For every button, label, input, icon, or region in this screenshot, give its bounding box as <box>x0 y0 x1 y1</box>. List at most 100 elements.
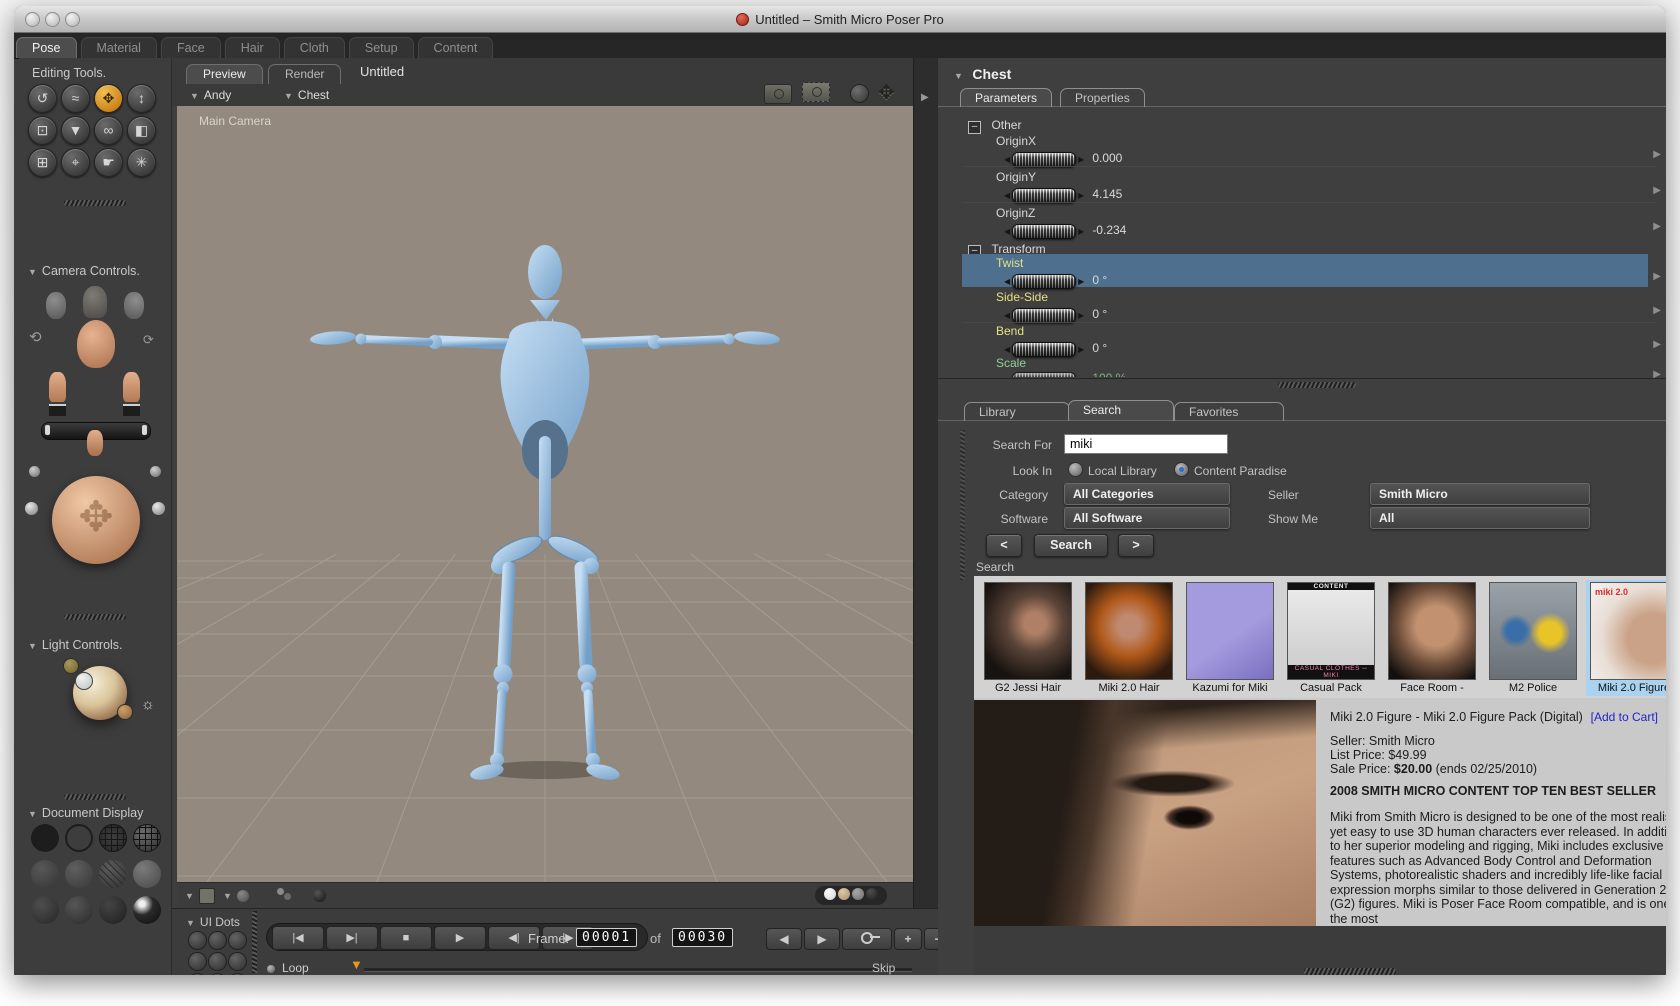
figure-selector-dropdown[interactable]: ▼ Andy <box>190 88 231 102</box>
head-camera-icon[interactable] <box>83 286 107 318</box>
param-value[interactable]: 4.145 <box>1092 187 1122 201</box>
display-silhouette-icon[interactable] <box>31 824 59 852</box>
footer-dropdown-triangle-icon[interactable]: ▼ <box>185 891 194 901</box>
camera-trackball[interactable]: ✥ <box>52 476 140 564</box>
play-button[interactable]: ▶ <box>434 926 486 950</box>
software-dropdown[interactable]: All Software <box>1064 507 1230 529</box>
camera-1-icon[interactable] <box>764 84 792 104</box>
param-twist-dial[interactable]: ◀ ▶ 0 ° <box>1004 271 1107 289</box>
camera-dot-icon[interactable] <box>25 502 38 515</box>
param-originx-dial[interactable]: ◀ ▶ 0.000 <box>1004 149 1122 167</box>
light-1-dot[interactable] <box>63 658 79 674</box>
display-lit-wireframe-icon[interactable] <box>133 824 161 852</box>
sidebar-section-grip[interactable] <box>64 794 126 800</box>
four-way-axis-icon[interactable]: ✥ <box>878 80 895 105</box>
translate-in-out-tool-icon[interactable]: ↕ <box>127 84 156 113</box>
rotate-left-camera-icon[interactable]: ⟲ <box>29 328 42 346</box>
3d-viewport[interactable]: Main Camera <box>177 106 913 882</box>
param-value[interactable]: -0.234 <box>1092 223 1126 237</box>
prev-page-button[interactable]: < <box>986 534 1022 557</box>
camera-controls-title[interactable]: ▼ Camera Controls. <box>28 262 140 280</box>
result-m2-police[interactable]: M2 Police <box>1485 580 1581 696</box>
category-dropdown[interactable]: All Categories <box>1064 483 1230 505</box>
collapse-box-icon[interactable]: – <box>968 121 981 134</box>
display-beige-dot[interactable] <box>838 888 850 900</box>
ui-dots-header[interactable]: ▼ UI Dots <box>186 913 240 931</box>
param-next-arrow-icon[interactable]: ▶ <box>1653 221 1661 232</box>
next-keyframe-button[interactable]: ▶ <box>804 928 840 950</box>
zoom-window-button[interactable] <box>65 12 80 27</box>
ui-dot[interactable] <box>188 952 207 971</box>
local-library-radio[interactable] <box>1068 462 1083 477</box>
display-smooth-lined-icon[interactable] <box>65 896 93 924</box>
twist-tool-icon[interactable]: ≈ <box>61 84 90 113</box>
morphing-tool-icon[interactable]: ✳ <box>127 148 156 177</box>
display-gray-dot[interactable] <box>852 888 864 900</box>
total-frames-field[interactable]: 00030 <box>672 928 734 947</box>
next-page-button[interactable]: > <box>1118 534 1154 557</box>
param-bend-dial[interactable]: ◀ ▶ 0 ° <box>1004 339 1107 357</box>
content-paradise-radio[interactable] <box>1174 462 1189 477</box>
actor-header[interactable]: ▼ Chest <box>954 66 1011 84</box>
param-scale-dial[interactable]: ◀▶100 % <box>1004 369 1126 377</box>
bg-color-swatch[interactable] <box>199 888 215 904</box>
ui-dot[interactable] <box>208 973 227 975</box>
seller-dropdown[interactable]: Smith Micro <box>1370 483 1590 505</box>
display-shiny-icon[interactable] <box>133 896 161 924</box>
tab-preview[interactable]: Preview <box>186 64 263 84</box>
camera-2-icon[interactable] <box>802 82 830 102</box>
right-hand-icon[interactable] <box>123 372 140 402</box>
right-hand-camera-icon[interactable] <box>124 292 144 319</box>
tab-properties[interactable]: Properties <box>1060 88 1145 107</box>
param-next-arrow-icon[interactable]: ▶ <box>1653 305 1661 316</box>
tab-search[interactable]: Search <box>1068 400 1174 421</box>
document-display-pill[interactable] <box>815 886 887 905</box>
add-keyframe-button[interactable]: + <box>894 928 922 950</box>
left-hand-icon[interactable] <box>49 372 66 402</box>
tab-cloth[interactable]: Cloth <box>283 37 345 58</box>
display-flat-shaded-icon[interactable] <box>65 860 93 888</box>
ui-dot[interactable] <box>208 931 227 950</box>
sidebar-section-grip[interactable] <box>64 200 126 206</box>
camera-dot-icon[interactable] <box>29 466 40 477</box>
chain-break-tool-icon[interactable]: ∞ <box>94 116 123 145</box>
stop-button[interactable]: ■ <box>380 926 432 950</box>
display-outline-icon[interactable] <box>65 824 93 852</box>
param-value[interactable]: 0 ° <box>1092 307 1107 321</box>
left-hand-camera-icon[interactable] <box>46 292 66 319</box>
display-flat-lined-icon[interactable] <box>99 860 127 888</box>
result-face-room[interactable]: Face Room - <box>1384 580 1480 696</box>
minimize-window-button[interactable] <box>45 12 60 27</box>
display-white-dot[interactable] <box>824 888 836 900</box>
sun-icon[interactable]: ☼ <box>141 696 155 713</box>
loop-toggle[interactable] <box>267 965 275 973</box>
param-next-arrow-icon[interactable]: ▶ <box>1653 339 1661 350</box>
param-value[interactable]: 0.000 <box>1092 151 1122 165</box>
grouping-tool-icon[interactable]: ⊞ <box>28 148 57 177</box>
tab-face[interactable]: Face <box>160 37 221 58</box>
display-cartoon-icon[interactable] <box>133 860 161 888</box>
param-originy-dial[interactable]: ◀ ▶ 4.145 <box>1004 185 1122 203</box>
param-next-arrow-icon[interactable]: ▶ <box>1653 149 1661 160</box>
result-casual-pack[interactable]: CONTENT CASUAL CLOTHES ─ MIKI Casual Pac… <box>1283 580 1379 696</box>
footer-dropdown-triangle-icon[interactable]: ▼ <box>223 891 232 901</box>
part-selector-dropdown[interactable]: ▼ Chest <box>284 88 329 102</box>
search-input[interactable] <box>1064 434 1228 454</box>
param-side-side-dial[interactable]: ◀ ▶ 0 ° <box>1004 305 1107 323</box>
camera-dot-icon[interactable] <box>150 466 161 477</box>
tab-material[interactable]: Material <box>80 37 157 58</box>
last-frame-button[interactable]: ▶| <box>326 926 378 950</box>
close-window-button[interactable] <box>25 12 40 27</box>
show-me-dropdown[interactable]: All <box>1370 507 1590 529</box>
param-next-arrow-icon[interactable]: ▶ <box>1653 271 1661 282</box>
light-controls-title[interactable]: ▼ Light Controls. <box>28 636 123 654</box>
library-left-grip[interactable] <box>960 430 965 580</box>
add-to-cart-link[interactable]: [Add to Cart] <box>1591 710 1658 724</box>
param-next-arrow-icon[interactable]: ▶ <box>1653 185 1661 196</box>
collapse-right-arrow-icon[interactable]: ▶ <box>921 92 929 103</box>
camera-dot-icon[interactable] <box>152 502 165 515</box>
multi-sphere-icon[interactable] <box>284 893 291 900</box>
result-kazumi-for-miki[interactable]: Kazumi for Miki <box>1182 580 1278 696</box>
ui-dot[interactable] <box>208 952 227 971</box>
library-resize-grip[interactable] <box>1304 968 1396 975</box>
